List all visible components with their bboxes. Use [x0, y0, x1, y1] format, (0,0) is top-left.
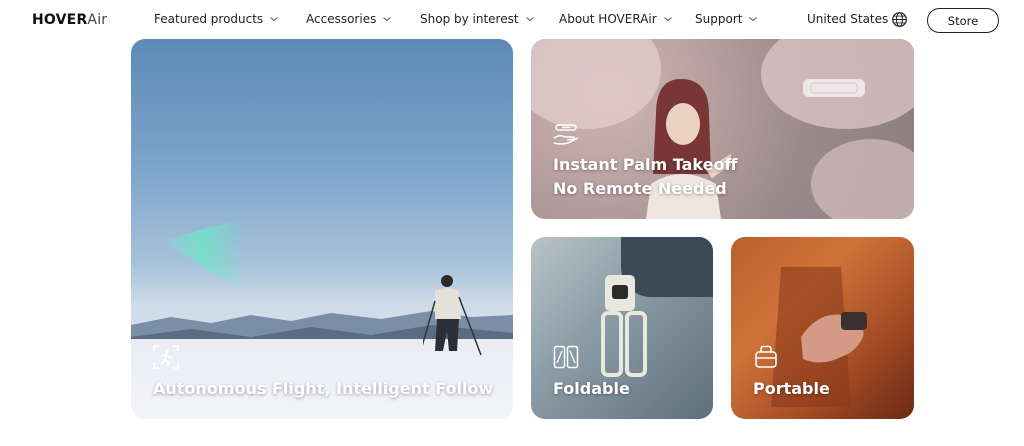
nav-label: Shop by interest [420, 12, 519, 26]
region-selector[interactable]: United States [807, 12, 888, 26]
nav-about[interactable]: About HOVERAir [559, 12, 673, 26]
chevron-down-icon [663, 17, 672, 22]
globe-icon[interactable] [891, 11, 908, 28]
nav-featured-products[interactable]: Featured products [154, 12, 279, 26]
blossom-background-image [811, 139, 914, 219]
feature-card-portable[interactable]: Portable [731, 237, 914, 419]
nav-label: Featured products [154, 12, 264, 26]
palm-takeoff-icon [553, 124, 579, 145]
follow-runner-icon [153, 345, 179, 369]
feature-title-follow: Autonomous Flight, Intelligent Follow [153, 379, 494, 398]
chevron-down-icon [383, 17, 392, 22]
drone-on-palm-image [803, 79, 865, 97]
feature-title-portable: Portable [753, 379, 830, 398]
fold-icon [553, 345, 579, 369]
skier-image [423, 275, 482, 356]
nav-shop-by-interest[interactable]: Shop by interest [420, 12, 535, 26]
brand-logo[interactable]: HOVERAir [32, 12, 107, 28]
chevron-down-icon [749, 17, 758, 22]
nav-support[interactable]: Support [695, 12, 758, 26]
nav-label: About HOVERAir [559, 12, 657, 26]
feature-title-palm-line2: No Remote Needed [553, 179, 727, 198]
store-button[interactable]: Store [927, 8, 999, 33]
feature-card-follow[interactable]: Autonomous Flight, Intelligent Follow [131, 39, 513, 419]
drone-tracking-beam-image [161, 219, 241, 289]
bag-icon [755, 345, 777, 368]
feature-card-palm-takeoff[interactable]: Instant Palm Takeoff No Remote Needed [531, 39, 914, 219]
feature-title-palm-line1: Instant Palm Takeoff [553, 155, 738, 174]
nav-label: Accessories [306, 12, 377, 26]
chevron-down-icon [270, 17, 279, 22]
folded-drone-image [601, 275, 647, 377]
feature-title-foldable: Foldable [553, 379, 630, 398]
top-navigation: HOVERAir Featured products Accessories S… [0, 0, 1024, 40]
nav-accessories[interactable]: Accessories [306, 12, 392, 26]
chevron-down-icon [525, 17, 534, 22]
nav-label: Support [695, 12, 743, 26]
feature-card-foldable[interactable]: Foldable [531, 237, 713, 419]
